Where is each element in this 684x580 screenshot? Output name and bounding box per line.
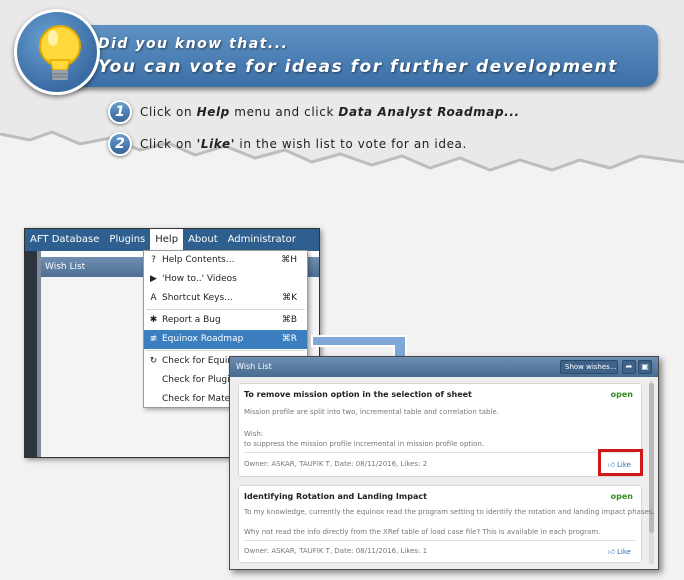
wish-item: Identifying Rotation and Landing Impact … [238, 485, 655, 563]
step-text: Click on Help menu and click Data Analys… [140, 105, 520, 119]
like-highlight-box [598, 449, 643, 476]
lightbulb-icon [39, 25, 81, 80]
menu-item-report-bug[interactable]: ✱ Report a Bug ⌘B [144, 311, 307, 330]
wish-description: Why not read the info directly from the … [244, 528, 601, 536]
menu-separator [146, 309, 305, 310]
lightbulb-badge [14, 9, 100, 95]
step-number-badge: 1 [108, 100, 132, 124]
divider [244, 452, 636, 453]
menu-aft-database[interactable]: AFT Database [25, 229, 104, 251]
roadmap-icon: ≢ [149, 334, 158, 344]
share-icon[interactable]: ➦ [622, 360, 636, 374]
wish-title: Identifying Rotation and Landing Impact [244, 492, 427, 501]
wish-meta: Owner: ASKAR, TAUFIK T, Date: 08/11/2016… [244, 460, 428, 468]
wish-description: Mission profile are split into two, incr… [244, 408, 499, 416]
wish-title: To remove mission option in the selectio… [244, 390, 472, 399]
menu-item-equinox-roadmap[interactable]: ≢ Equinox Roadmap ⌘R [144, 330, 307, 349]
menu-about[interactable]: About [183, 229, 223, 251]
wish-description: to suppress the mission profile incremen… [244, 440, 485, 448]
question-icon: ? [151, 255, 156, 265]
wish-list-title: Wish List [236, 362, 272, 371]
wish-item: To remove mission option in the selectio… [238, 383, 642, 477]
wish-status: open [610, 390, 633, 399]
menu-administrator[interactable]: Administrator [223, 229, 301, 251]
wish-status: open [610, 492, 633, 501]
tip-banner [40, 25, 658, 87]
step-2: 2 Click on 'Like' in the wish list to vo… [108, 132, 467, 156]
step-1: 1 Click on Help menu and click Data Anal… [108, 100, 520, 124]
video-icon: ▶ [150, 274, 157, 284]
menubar: AFT Database Plugins Help About Administ… [25, 229, 319, 251]
menu-item-help-contents[interactable]: ? Help Contents... ⌘H [144, 251, 307, 270]
menu-plugins[interactable]: Plugins [104, 229, 150, 251]
refresh-icon: ↻ [149, 356, 158, 366]
menu-help[interactable]: Help [150, 229, 184, 251]
tip-message: You can vote for ideas for further devel… [98, 57, 618, 77]
wish-description: To my knowledge, currently the equinox r… [244, 508, 655, 516]
save-icon[interactable]: ▣ [638, 360, 652, 374]
torn-paper-edge [0, 130, 684, 220]
side-toolbar [25, 251, 37, 457]
menu-separator [146, 350, 305, 351]
wish-description: Wish: [244, 430, 264, 438]
divider [244, 540, 636, 541]
like-button[interactable]: 👍︎ Like [607, 547, 631, 556]
wish-meta: Owner: ASKAR, TAUFIK T, Date: 08/11/2016… [244, 547, 428, 555]
menu-item-shortcut-keys[interactable]: A Shortcut Keys... ⌘K [144, 289, 307, 308]
step-text: Click on 'Like' in the wish list to vote… [140, 137, 467, 151]
show-wishes-dropdown[interactable]: Show wishes... ▾ [560, 360, 618, 383]
thumbs-up-icon: 👍︎ [607, 548, 615, 556]
wish-list-header: Wish List Show wishes... ▾ ➦ ▣ [230, 357, 658, 383]
menu-item-how-to-videos[interactable]: ▶ 'How to..' Videos [144, 270, 307, 289]
bug-icon: ✱ [149, 315, 158, 325]
step-number-badge: 2 [108, 132, 132, 156]
tip-heading: Did you know that... [98, 36, 289, 52]
keyboard-icon: A [150, 293, 157, 303]
wish-list-panel: Wish List Show wishes... ▾ ➦ ▣ To remove… [229, 356, 659, 570]
